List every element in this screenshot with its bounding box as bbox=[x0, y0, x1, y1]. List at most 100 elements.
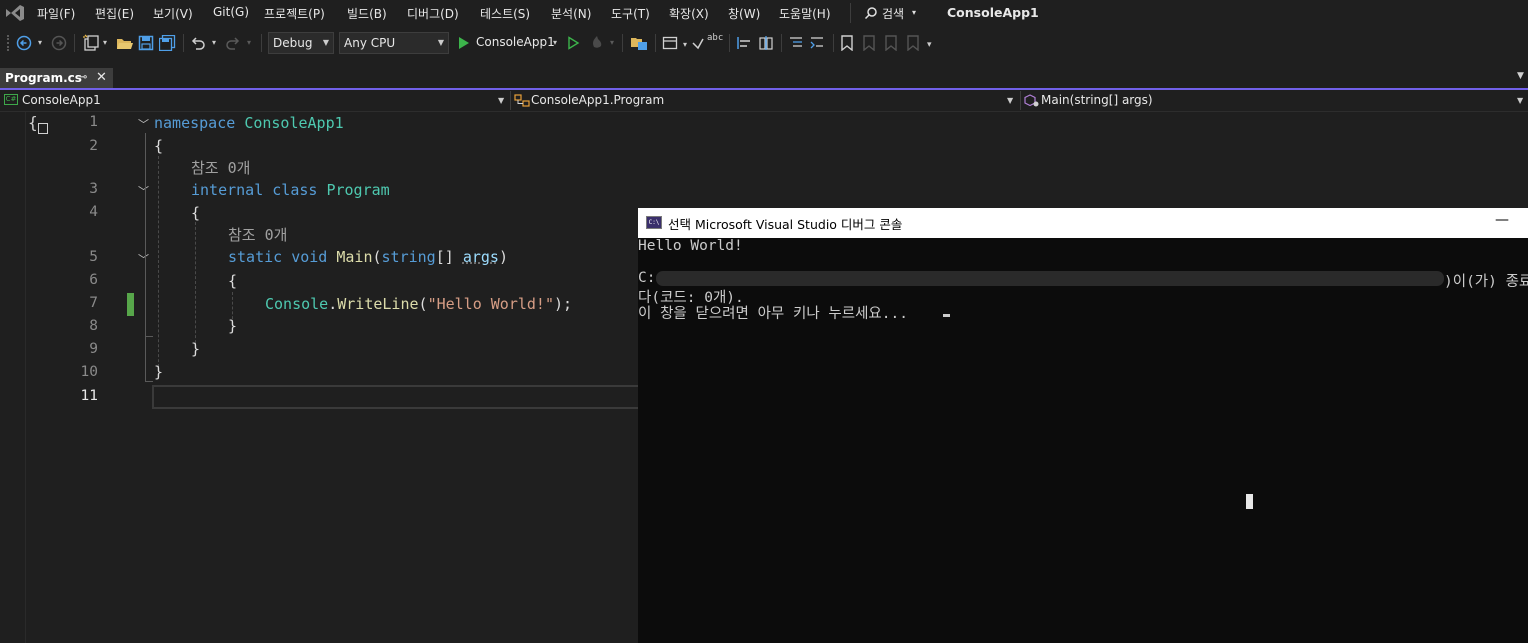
tab-label: Program.cs bbox=[5, 71, 82, 85]
menu-extensions[interactable]: 확장(X) bbox=[669, 5, 709, 22]
toolbar-separator bbox=[183, 34, 184, 52]
redo-dropdown-icon[interactable]: ▾ bbox=[247, 38, 251, 47]
code-line-1: namespace ConsoleApp1 bbox=[154, 114, 344, 132]
hot-reload-icon[interactable] bbox=[589, 35, 605, 51]
outline-line bbox=[145, 133, 146, 381]
current-line-highlight bbox=[152, 385, 640, 409]
punctuation: ( bbox=[372, 248, 382, 266]
brace: { bbox=[191, 204, 201, 222]
menu-view[interactable]: 보기(V) bbox=[153, 5, 193, 22]
tab-program-cs[interactable]: Program.cs ⊸ ✕ bbox=[0, 68, 113, 88]
menu-debug[interactable]: 디버그(D) bbox=[407, 5, 459, 22]
toolbar-separator bbox=[74, 34, 75, 52]
previous-bookmark-icon[interactable] bbox=[862, 35, 876, 51]
navigate-forward-icon[interactable] bbox=[51, 35, 67, 51]
platform-value: Any CPU bbox=[344, 36, 396, 50]
mouse-text-cursor bbox=[1246, 494, 1253, 509]
menu-test[interactable]: 테스트(S) bbox=[480, 5, 530, 22]
punctuation: ); bbox=[554, 295, 573, 313]
pin-icon[interactable]: ⊸ bbox=[79, 68, 87, 88]
toolbar-separator bbox=[781, 34, 782, 52]
chevron-down-icon: ▼ bbox=[1517, 96, 1524, 105]
menu-git[interactable]: Git(G) bbox=[213, 5, 249, 19]
bookmark-icon[interactable] bbox=[840, 35, 854, 51]
method-name: Main bbox=[336, 248, 373, 266]
menu-analyze[interactable]: 분석(N) bbox=[551, 5, 591, 22]
minimize-icon[interactable]: — bbox=[1495, 212, 1509, 228]
align-left-icon[interactable] bbox=[736, 35, 752, 51]
console-output-line: 이 창을 닫으려면 아무 키나 누르세요... bbox=[638, 306, 908, 322]
layout-dropdown-icon[interactable]: ▾ bbox=[683, 40, 687, 49]
save-all-icon[interactable] bbox=[159, 35, 176, 51]
console-title-bar[interactable]: C:\ 선택 Microsoft Visual Studio 디버그 콘솔 — bbox=[638, 208, 1528, 238]
codelens-references[interactable]: 참조 0개 bbox=[228, 224, 287, 245]
visual-studio-logo-icon bbox=[6, 5, 24, 21]
save-icon[interactable] bbox=[138, 35, 154, 51]
menu-project[interactable]: 프로젝트(P) bbox=[264, 5, 325, 22]
comment-lines-icon[interactable] bbox=[788, 35, 804, 51]
solution-explorer-icon[interactable] bbox=[630, 35, 648, 51]
fold-chevron-down-icon[interactable]: ﹀ bbox=[138, 183, 149, 199]
code-line-8: } bbox=[228, 317, 237, 335]
toolbar-grip[interactable] bbox=[7, 35, 12, 51]
change-marker bbox=[127, 293, 134, 316]
menu-help[interactable]: 도움말(H) bbox=[779, 5, 831, 22]
layout-icon[interactable] bbox=[662, 35, 678, 51]
menu-edit[interactable]: 편집(E) bbox=[95, 5, 134, 22]
align-columns-icon[interactable] bbox=[758, 35, 774, 51]
brace: { bbox=[228, 272, 238, 290]
share-icon[interactable] bbox=[690, 35, 706, 51]
menu-tools[interactable]: 도구(T) bbox=[611, 5, 650, 22]
chevron-down-icon: ▼ bbox=[1007, 96, 1014, 105]
console-title: 선택 Microsoft Visual Studio 디버그 콘솔 bbox=[668, 217, 903, 232]
code-line-7: Console.WriteLine("Hello World!"); bbox=[265, 295, 572, 313]
member-dropdown[interactable]: Main(string[] args) ▼ bbox=[1023, 91, 1528, 110]
menu-file[interactable]: 파일(F) bbox=[37, 5, 75, 22]
close-icon[interactable]: ✕ bbox=[96, 68, 107, 88]
hot-reload-dropdown-icon[interactable]: ▾ bbox=[610, 38, 614, 47]
next-bookmark-icon[interactable] bbox=[884, 35, 898, 51]
configuration-select[interactable]: Debug ▼ bbox=[268, 32, 334, 54]
back-dropdown-icon[interactable]: ▾ bbox=[38, 38, 42, 47]
code-cleanup-icon[interactable]: { bbox=[28, 113, 54, 137]
fold-chevron-down-icon[interactable]: ﹀ bbox=[138, 251, 149, 267]
platform-select[interactable]: Any CPU ▼ bbox=[339, 32, 449, 54]
menu-build[interactable]: 빌드(B) bbox=[347, 5, 387, 22]
spell-check-icon[interactable]: abc bbox=[707, 33, 723, 43]
fold-chevron-down-icon[interactable]: ﹀ bbox=[138, 116, 149, 132]
tab-list-dropdown-icon[interactable]: ▼ bbox=[1517, 71, 1524, 81]
undo-icon[interactable] bbox=[190, 35, 206, 51]
indent-guide bbox=[158, 156, 159, 372]
codelens-references[interactable]: 참조 0개 bbox=[191, 157, 250, 178]
console-icon: C:\ bbox=[646, 216, 662, 229]
keyword: void bbox=[291, 248, 328, 266]
console-output-line: C: bbox=[638, 270, 656, 286]
parameter-name: args bbox=[462, 248, 499, 266]
undo-dropdown-icon[interactable]: ▾ bbox=[212, 38, 216, 47]
open-folder-icon[interactable] bbox=[116, 34, 134, 52]
editor-glyph-margin bbox=[0, 112, 26, 643]
navigate-back-icon[interactable] bbox=[16, 35, 32, 51]
clear-bookmarks-icon[interactable] bbox=[906, 35, 920, 51]
app-title: ConsoleApp1 bbox=[947, 5, 1039, 20]
line-number: 7 bbox=[89, 295, 98, 311]
redo-icon[interactable] bbox=[225, 35, 241, 51]
new-project-icon[interactable] bbox=[82, 34, 100, 52]
type-dropdown[interactable]: ConsoleApp1.Program ▼ bbox=[513, 91, 1018, 110]
new-dropdown-icon[interactable]: ▾ bbox=[103, 38, 107, 47]
outline-end bbox=[145, 381, 153, 382]
menu-separator bbox=[850, 3, 851, 23]
menu-window[interactable]: 창(W) bbox=[728, 5, 760, 22]
line-number: 3 bbox=[89, 181, 98, 197]
chevron-down-icon: ▾ bbox=[912, 8, 917, 17]
toolbar-overflow-icon[interactable]: ▾ bbox=[927, 40, 932, 50]
start-without-debugging-icon[interactable] bbox=[567, 36, 580, 50]
project-dropdown[interactable]: C# ConsoleApp1 ▼ bbox=[2, 91, 508, 110]
uncomment-lines-icon[interactable] bbox=[809, 35, 825, 51]
toolbar-separator bbox=[833, 34, 834, 52]
line-number: 10 bbox=[80, 364, 98, 380]
code-line-5: static void Main(string[] args) bbox=[228, 248, 508, 266]
namespace-name: ConsoleApp1 bbox=[244, 114, 344, 132]
document-tab-strip bbox=[0, 68, 1528, 90]
start-debugging-button[interactable]: ConsoleApp1 ▾ bbox=[456, 33, 562, 53]
